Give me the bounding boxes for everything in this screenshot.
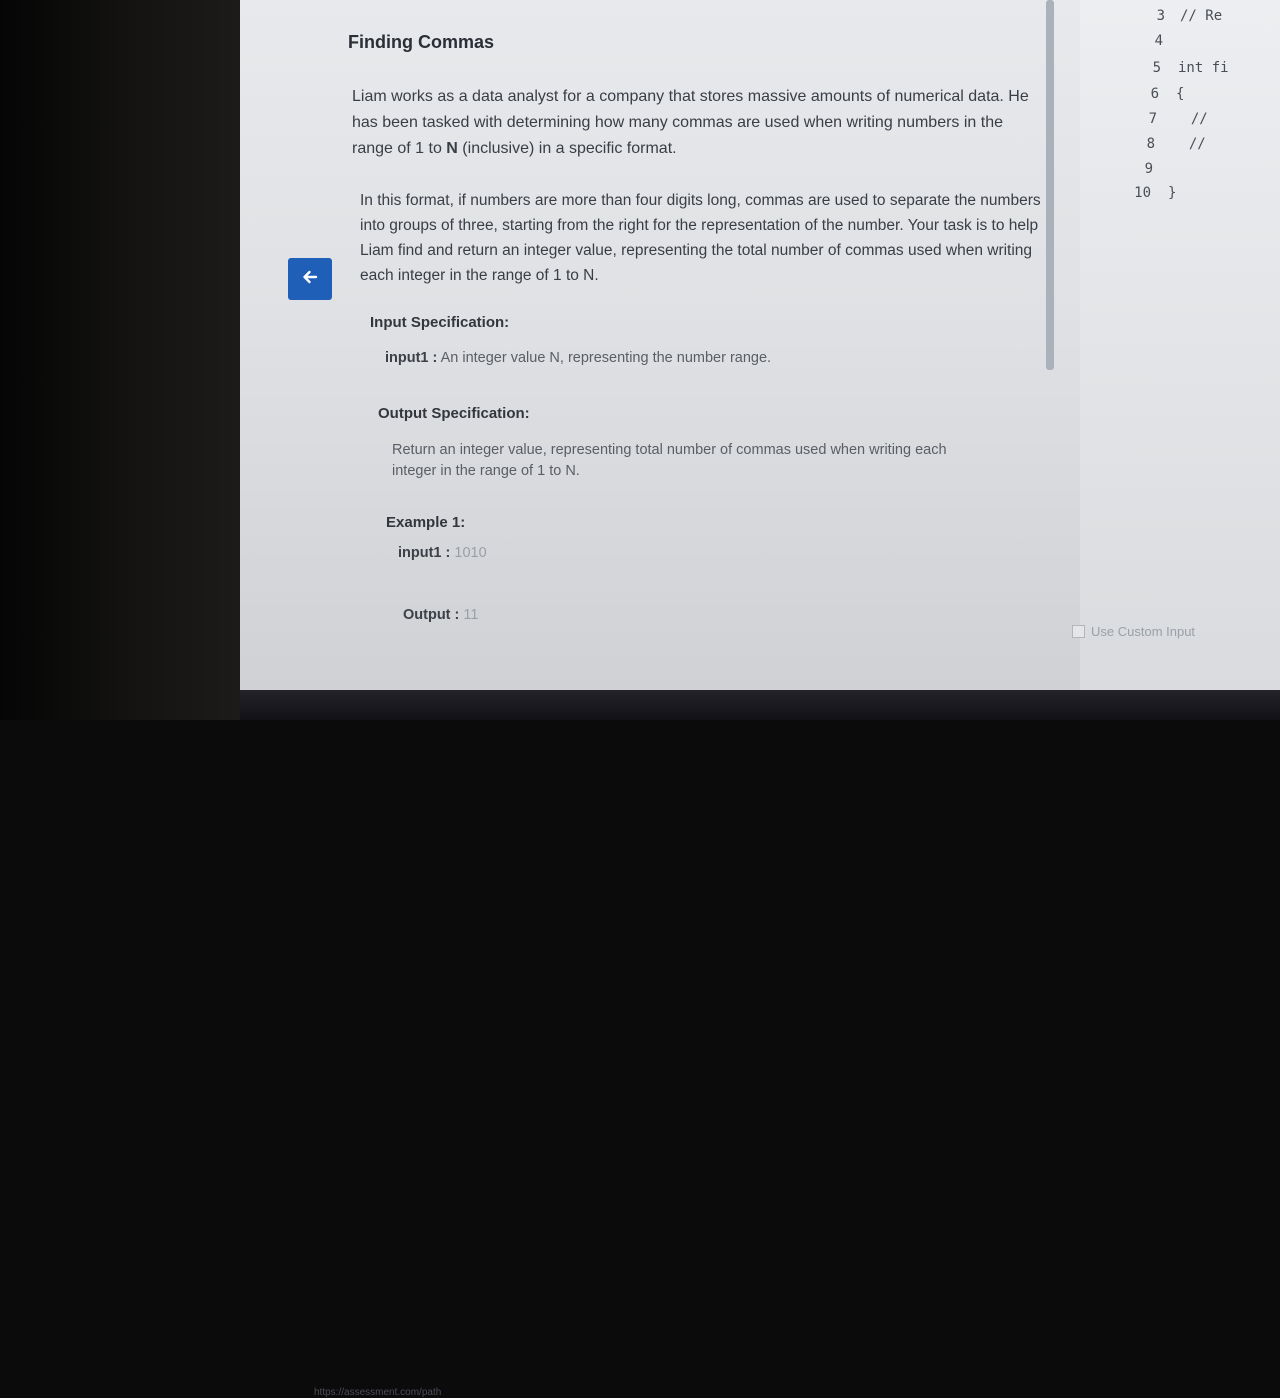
screen: Finding Commas Liam works as a data anal… [240,0,1280,690]
code-line[interactable]: } [1168,185,1176,201]
description-1-text-end: (inclusive) in a specific format. [457,140,677,157]
line-number: 8 [1146,136,1155,152]
back-button[interactable] [288,258,332,300]
code-line[interactable]: // [1174,111,1208,127]
code-line[interactable]: // Re [1180,8,1222,24]
example-output: Output : 11 [403,607,478,623]
line-number: 10 [1134,185,1151,201]
code-line[interactable]: { [1176,86,1184,102]
monitor-bezel-bottom: https://assessment.com/path [240,690,1280,1398]
code-line[interactable]: // [1172,136,1206,152]
problem-title: Finding Commas [348,32,495,52]
description-1-bold-n: N [446,140,458,157]
input1-spec: input1 : An integer value N, representin… [385,350,771,366]
example-output-label: Output : [403,607,460,623]
line-number: 6 [1150,86,1159,102]
code-editor[interactable]: 3 // Re 4 5 int fi 6 { 7 // 8 // 9 10 } [1080,0,1280,690]
example-input-label: input1 : [398,545,451,561]
input-spec-heading: Input Specification: [370,314,510,331]
status-bar-url: https://assessment.com/path [314,1387,442,1398]
line-number: 9 [1144,161,1153,177]
problem-scrollbar[interactable] [1046,0,1054,370]
input1-description: An integer value N, representing the num… [440,350,772,366]
custom-input-checkbox[interactable] [1072,625,1085,638]
problem-description-1: Liam works as a data analyst for a compa… [352,84,1042,162]
output-spec-heading: Output Specification: [378,405,530,422]
line-number: 7 [1148,111,1157,127]
example-output-value: 11 [463,607,479,623]
problem-panel: Finding Commas Liam works as a data anal… [240,0,1055,690]
output-spec-text: Return an integer value, representing to… [392,442,947,479]
problem-description-2: In this format, if numbers are more than… [360,192,1041,284]
custom-input-label: Use Custom Input [1091,624,1196,639]
example-input: input1 : 1010 [398,545,487,561]
code-line[interactable]: int fi [1178,60,1229,76]
input1-label: input1 : [385,350,438,366]
example-input-value: 1010 [454,545,487,561]
line-number: 4 [1154,33,1163,49]
line-number: 3 [1156,8,1165,24]
example-heading: Example 1: [386,514,466,531]
monitor-bezel-left [0,0,240,720]
use-custom-input-toggle[interactable]: Use Custom Input [1072,624,1195,639]
arrow-left-icon [301,268,319,291]
line-number: 5 [1152,60,1161,76]
